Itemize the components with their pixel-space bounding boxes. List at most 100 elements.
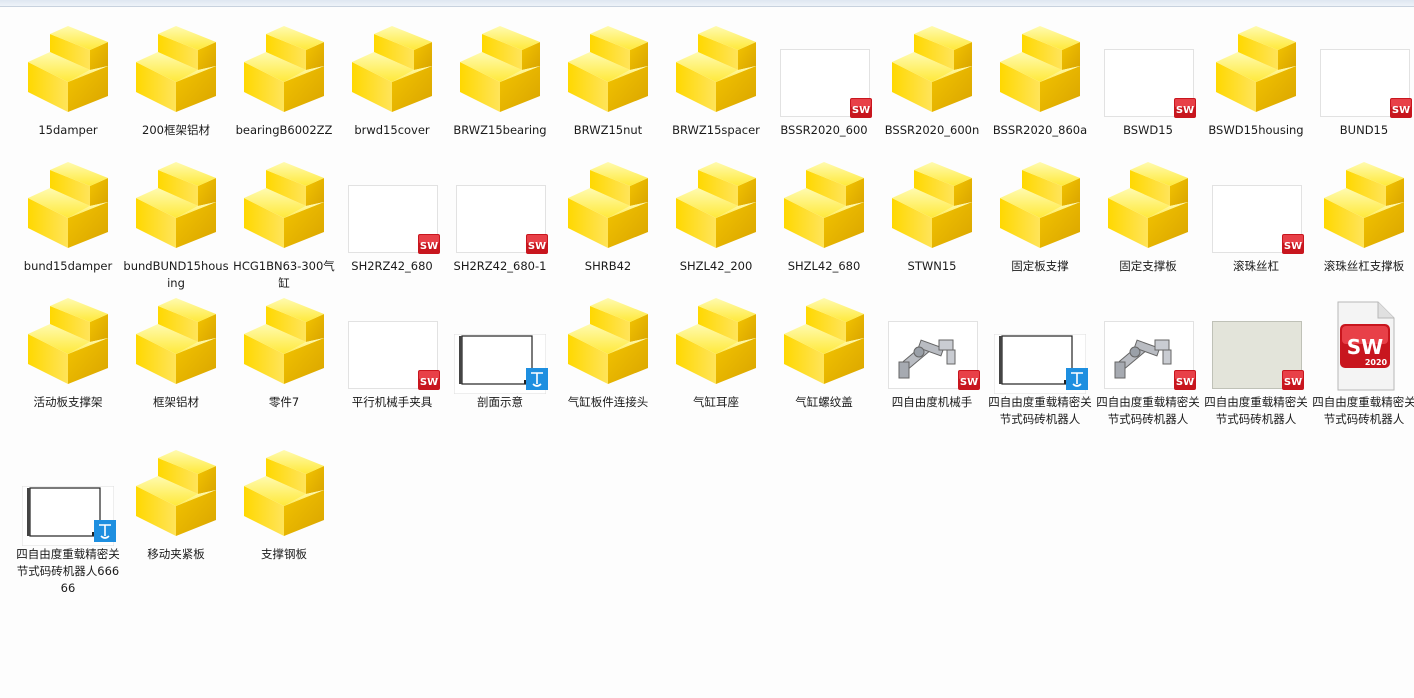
- file-item[interactable]: 四自由度重载精密关节式码砖机器人: [986, 288, 1094, 426]
- file-name-label: SHZL42_680: [787, 259, 861, 273]
- file-item[interactable]: BSSR2020_860a: [986, 16, 1094, 152]
- file-item[interactable]: SW 平行机械手夹具: [338, 288, 446, 424]
- file-name-label: bund15damper: [23, 259, 113, 273]
- file-name-label: 四自由度重载精密关节式码砖机器人66666: [16, 547, 120, 595]
- svg-text:SW: SW: [528, 241, 546, 252]
- file-name-label: 剖面示意: [477, 395, 523, 409]
- solidworks-part-icon: SW: [346, 162, 440, 258]
- file-item[interactable]: brwd15cover: [338, 16, 446, 152]
- assembly-icon: [562, 162, 654, 258]
- file-item[interactable]: 活动板支撑架: [14, 288, 122, 424]
- solidworks-assembly-preview-icon: SW: [886, 298, 980, 394]
- file-item[interactable]: HCG1BN63-300气缸: [230, 152, 338, 290]
- file-name-label: 滚珠丝杠: [1233, 259, 1279, 273]
- solidworks-part-icon: SW: [454, 162, 548, 258]
- file-item[interactable]: STWN15: [878, 152, 986, 288]
- assembly-icon: [778, 298, 870, 394]
- assembly-icon: [778, 162, 870, 258]
- file-item[interactable]: 剖面示意: [446, 288, 554, 424]
- file-name-label: 气缸耳座: [693, 395, 739, 409]
- file-item[interactable]: SW 四自由度重载精密关节式码砖机器人: [1202, 288, 1310, 426]
- assembly-icon: [22, 162, 114, 258]
- file-item[interactable]: BRWZ15spacer: [662, 16, 770, 152]
- file-item[interactable]: SW 四自由度机械手: [878, 288, 986, 424]
- svg-text:SW: SW: [1284, 241, 1302, 252]
- file-item[interactable]: BRWZ15bearing: [446, 16, 554, 152]
- file-name-label: 气缸螺纹盖: [795, 395, 853, 409]
- file-name-label: BRWZ15nut: [573, 123, 643, 137]
- solidworks-2020-file-icon: SW 2020: [1318, 298, 1410, 394]
- assembly-icon: [454, 26, 546, 122]
- file-name-label: 四自由度重载精密关节式码砖机器人: [1096, 395, 1200, 426]
- assembly-icon: [886, 26, 978, 122]
- file-item[interactable]: 气缸螺纹盖: [770, 288, 878, 424]
- file-item[interactable]: 气缸板件连接头: [554, 288, 662, 424]
- file-item[interactable]: SW SH2RZ42_680: [338, 152, 446, 288]
- file-item[interactable]: 固定板支撑: [986, 152, 1094, 288]
- assembly-icon: [886, 162, 978, 258]
- svg-text:SW: SW: [1347, 335, 1383, 359]
- file-item[interactable]: 15damper: [14, 16, 122, 152]
- file-item[interactable]: bearingB6002ZZ: [230, 16, 338, 152]
- solidworks-part-icon: SW: [346, 298, 440, 394]
- file-name-label: BSWD15: [1123, 123, 1173, 137]
- file-name-label: bundBUND15housing: [123, 259, 229, 290]
- file-item[interactable]: 固定支撑板: [1094, 152, 1202, 288]
- file-item[interactable]: SW BUND15: [1310, 16, 1414, 152]
- file-item[interactable]: BSSR2020_600n: [878, 16, 986, 152]
- file-item[interactable]: BSWD15housing: [1202, 16, 1310, 152]
- file-item[interactable]: BRWZ15nut: [554, 16, 662, 152]
- file-item[interactable]: bundBUND15housing: [122, 152, 230, 290]
- svg-text:SW: SW: [960, 377, 978, 388]
- file-name-label: 四自由度重载精密关节式码砖机器人: [988, 395, 1092, 426]
- file-item[interactable]: 框架铝材: [122, 288, 230, 424]
- file-item[interactable]: SHRB42: [554, 152, 662, 288]
- file-item[interactable]: 零件7: [230, 288, 338, 424]
- solidworks-drawing-icon: [994, 298, 1088, 394]
- file-item[interactable]: SW SH2RZ42_680-1: [446, 152, 554, 288]
- file-item[interactable]: 支撑钢板: [230, 440, 338, 576]
- assembly-icon: [670, 298, 762, 394]
- file-name-label: BSWD15housing: [1208, 123, 1304, 137]
- file-name-label: BUND15: [1339, 123, 1389, 137]
- file-name-label: STWN15: [907, 259, 957, 273]
- file-item[interactable]: bund15damper: [14, 152, 122, 288]
- file-item[interactable]: SW BSSR2020_600: [770, 16, 878, 152]
- file-item[interactable]: SW 2020 四自由度重载精密关节式码砖机器人: [1310, 288, 1414, 426]
- file-name-label: 固定板支撑: [1011, 259, 1069, 273]
- file-item[interactable]: 移动夹紧板: [122, 440, 230, 576]
- file-item[interactable]: 四自由度重载精密关节式码砖机器人66666: [14, 440, 122, 595]
- file-item[interactable]: 气缸耳座: [662, 288, 770, 424]
- file-item[interactable]: SW BSWD15: [1094, 16, 1202, 152]
- file-item[interactable]: 滚珠丝杠支撑板: [1310, 152, 1414, 288]
- file-name-label: 平行机械手夹具: [351, 395, 433, 409]
- svg-text:SW: SW: [420, 241, 438, 252]
- file-name-label: 活动板支撑架: [33, 395, 103, 409]
- file-name-label: 框架铝材: [153, 395, 199, 409]
- solidworks-part-icon: SW: [778, 26, 872, 122]
- file-name-label: BSSR2020_600n: [884, 123, 980, 137]
- file-item[interactable]: SHZL42_680: [770, 152, 878, 288]
- assembly-icon: [346, 26, 438, 122]
- file-item[interactable]: SW 滚珠丝杠: [1202, 152, 1310, 288]
- file-name-label: HCG1BN63-300气缸: [233, 259, 335, 290]
- assembly-icon: [562, 26, 654, 122]
- file-name-label: SH2RZ42_680-1: [453, 259, 547, 273]
- file-icon-grid: 15damper 200框架铝材 bearingB6002ZZ brwd15co…: [0, 0, 1414, 698]
- file-item[interactable]: 200框架铝材: [122, 16, 230, 152]
- file-item[interactable]: SHZL42_200: [662, 152, 770, 288]
- svg-text:SW: SW: [1392, 105, 1410, 116]
- assembly-icon: [994, 26, 1086, 122]
- file-name-label: 四自由度重载精密关节式码砖机器人: [1312, 395, 1414, 426]
- file-name-label: SH2RZ42_680: [351, 259, 433, 273]
- assembly-icon: [238, 26, 330, 122]
- file-item[interactable]: SW 四自由度重载精密关节式码砖机器人: [1094, 288, 1202, 426]
- assembly-icon: [670, 162, 762, 258]
- solidworks-part-icon: SW: [1318, 26, 1412, 122]
- file-name-label: BRWZ15spacer: [672, 123, 760, 137]
- file-name-label: 滚珠丝杠支撑板: [1323, 259, 1405, 273]
- file-name-label: 移动夹紧板: [147, 547, 205, 561]
- file-name-label: BSSR2020_600: [780, 123, 868, 137]
- file-name-label: 200框架铝材: [142, 123, 210, 137]
- solidworks-assembly-preview-icon: SW: [1102, 298, 1196, 394]
